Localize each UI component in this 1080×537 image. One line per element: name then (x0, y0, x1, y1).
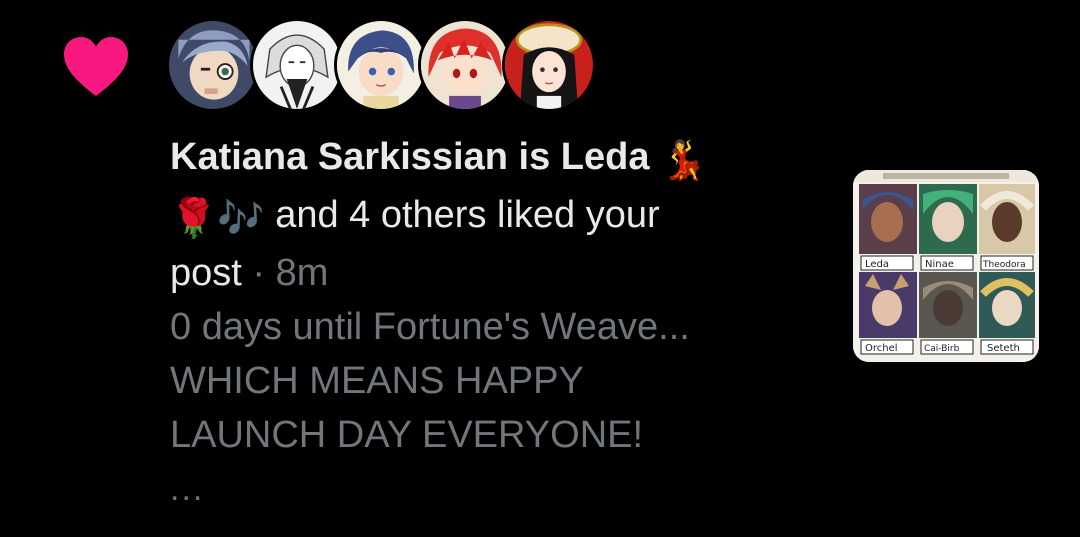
thumb-label: Theodora (982, 260, 1026, 270)
thumb-label: Seteth (987, 343, 1020, 354)
thumb-label: Orchel (865, 343, 898, 354)
thumbnail-art: Leda Ninae Theodora Orchel Cai-Birb Sete… (853, 170, 1039, 362)
avatar[interactable] (250, 18, 344, 112)
avatar[interactable] (334, 18, 428, 112)
thumb-label: Leda (865, 259, 889, 270)
rose-music-emoji: 🌹🎶 (170, 198, 265, 240)
post-preview[interactable]: 0 days until Fortune's Weave... WHICH ME… (170, 300, 830, 462)
heart-icon (64, 37, 128, 96)
post-thumbnail[interactable]: Leda Ninae Theodora Orchel Cai-Birb Sete… (853, 170, 1039, 362)
post-preview-line: LAUNCH DAY EVERYONE! (170, 414, 644, 456)
avatar[interactable] (502, 18, 596, 112)
action-text: and 4 others liked your (264, 194, 660, 236)
avatar[interactable] (166, 18, 260, 112)
timestamp: 8m (275, 252, 329, 294)
dancer-emoji: 💃 (660, 140, 708, 182)
notification-text: Katiana Sarkissian is Leda 💃 🌹🎶 and 4 ot… (170, 130, 810, 300)
like-notification[interactable]: Katiana Sarkissian is Leda 💃 🌹🎶 and 4 ot… (0, 0, 1080, 537)
thumb-label: Ninae (925, 259, 954, 270)
more-ellipsis: ... (170, 470, 205, 508)
post-preview-line: WHICH MEANS HAPPY (170, 360, 584, 402)
post-preview-line: 0 days until Fortune's Weave... (170, 306, 690, 348)
thumb-label: Cai-Birb (924, 344, 960, 354)
actor-name[interactable]: Katiana Sarkissian is Leda (170, 136, 649, 178)
avatar[interactable] (418, 18, 512, 112)
separator-dot: · (241, 252, 276, 294)
action-text-2: post (170, 252, 242, 294)
